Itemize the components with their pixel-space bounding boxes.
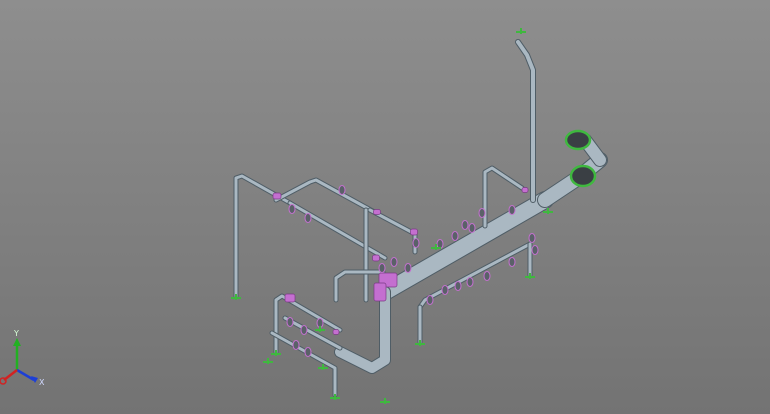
nozzle-flange-2	[569, 164, 597, 188]
flange-3	[338, 185, 346, 195]
support-marker-12	[315, 326, 325, 332]
flange-5	[378, 263, 386, 273]
3d-model-viewport[interactable]: Y X	[0, 0, 770, 414]
flange-24	[426, 295, 434, 305]
support-marker-1	[231, 294, 241, 300]
support-marker-6	[525, 273, 535, 279]
flange-16	[466, 277, 474, 287]
flange-17	[483, 271, 491, 281]
z-axis-end	[0, 377, 7, 385]
x-axis-arrow	[16, 368, 35, 382]
piping-model-scene[interactable]	[0, 0, 770, 414]
flange-12	[528, 233, 536, 243]
valve-flanges	[286, 129, 597, 357]
left-branch-pipe-1-outline	[233, 173, 293, 299]
flange-15	[454, 281, 462, 291]
flange-25	[404, 263, 412, 273]
flange-26	[461, 220, 469, 230]
fitting-8	[332, 329, 340, 335]
fitting-7	[372, 254, 380, 262]
flange-20	[304, 347, 312, 357]
flange-21	[286, 317, 294, 327]
flange-9	[468, 223, 476, 233]
z-axis-arrow	[3, 369, 18, 381]
fitting-6	[410, 228, 418, 236]
left-branch-pipe-1	[234, 174, 292, 298]
flange-18	[508, 257, 516, 267]
support-marker-3	[330, 394, 340, 400]
fitting-2	[373, 282, 387, 302]
fitting-5	[373, 209, 381, 215]
flange-2	[304, 213, 312, 223]
pipe-runs	[233, 39, 608, 398]
nozzle-flange-1	[564, 129, 592, 151]
support-marker-8	[263, 358, 273, 364]
support-marker-10	[516, 28, 526, 34]
fitting-3	[284, 293, 296, 303]
flange-8	[451, 231, 459, 241]
support-marker-2	[271, 350, 281, 356]
flange-22	[300, 325, 308, 335]
flange-1	[288, 204, 296, 214]
flange-6	[390, 257, 398, 267]
support-marker-4	[380, 398, 390, 404]
view-orientation-triad[interactable]: Y X	[0, 330, 50, 390]
fitting-9	[521, 187, 529, 193]
support-marker-5	[415, 340, 425, 346]
flange-13	[531, 245, 539, 255]
flange-11	[508, 205, 516, 215]
fitting-4	[272, 192, 282, 200]
flange-14	[441, 285, 449, 295]
flange-10	[478, 208, 486, 218]
x-axis-label: X	[39, 378, 45, 387]
y-axis-arrowhead	[13, 338, 21, 346]
y-axis-label: Y	[13, 330, 19, 338]
flange-4	[412, 238, 420, 248]
flange-19	[292, 340, 300, 350]
